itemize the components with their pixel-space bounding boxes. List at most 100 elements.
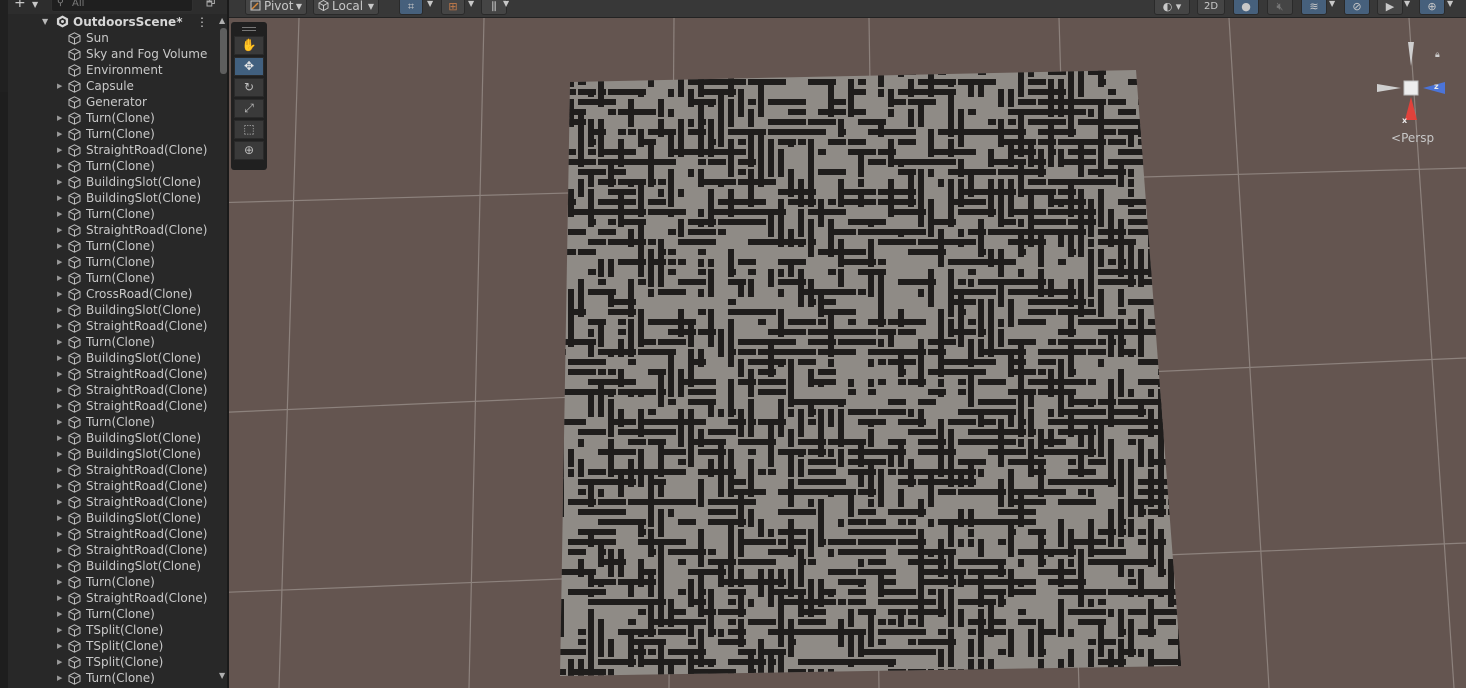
hierarchy-item[interactable]: ▶ TSplit(Clone) [8,654,218,670]
expand-arrow-icon[interactable]: ▶ [57,530,62,538]
rect-tool[interactable]: ⬚ [234,120,264,139]
more-options-icon[interactable]: ⋮ [196,15,208,29]
hierarchy-item[interactable]: Environment [8,62,218,78]
scene-viewport[interactable] [229,18,1466,688]
expand-arrow-icon[interactable]: ▶ [57,578,62,586]
chevron-down-icon[interactable]: ▼ [1329,0,1335,8]
expand-arrow-icon[interactable]: ▶ [57,546,62,554]
mode-2d-button[interactable]: 2D [1197,0,1225,15]
hierarchy-item[interactable]: ▶ StraightRoad(Clone) [8,478,218,494]
expand-arrow-icon[interactable]: ▶ [57,418,62,426]
hierarchy-item[interactable]: ▶ BuildingSlot(Clone) [8,190,218,206]
expand-arrow-icon[interactable]: ▼ [42,17,48,26]
chevron-down-icon[interactable]: ▼ [503,0,509,8]
scroll-down-icon[interactable]: ▼ [219,671,225,680]
expand-arrow-icon[interactable]: ▶ [57,642,62,650]
hierarchy-item[interactable]: ▶ TSplit(Clone) [8,638,218,654]
expand-arrow-icon[interactable]: ▶ [57,114,62,122]
hierarchy-item[interactable]: ▶ BuildingSlot(Clone) [8,302,218,318]
scale-tool[interactable]: ⤢ [234,99,264,118]
audio-toggle[interactable]: 🔇︎ [1267,0,1293,15]
expand-arrow-icon[interactable]: ▶ [57,338,62,346]
expand-arrow-icon[interactable]: ▶ [57,178,62,186]
expand-arrow-icon[interactable]: ▶ [57,130,62,138]
chevron-down-icon[interactable]: ▼ [468,0,474,8]
hierarchy-item[interactable]: ▶ BuildingSlot(Clone) [8,446,218,462]
expand-arrow-icon[interactable]: ▶ [57,498,62,506]
hierarchy-item[interactable]: ▶ StraightRoad(Clone) [8,318,218,334]
hierarchy-item[interactable]: ▶ Turn(Clone) [8,334,218,350]
expand-arrow-icon[interactable]: ▶ [57,162,62,170]
hierarchy-item[interactable]: ▶ StraightRoad(Clone) [8,222,218,238]
expand-arrow-icon[interactable]: ▶ [57,226,62,234]
hierarchy-item[interactable]: ▶ StraightRoad(Clone) [8,366,218,382]
expand-arrow-icon[interactable]: ▶ [57,210,62,218]
expand-arrow-icon[interactable]: ▶ [57,290,62,298]
scrollbar-thumb[interactable] [220,28,227,74]
hierarchy-item[interactable]: ▶ Turn(Clone) [8,238,218,254]
effects-toggle[interactable]: ≋ [1301,0,1327,15]
hierarchy-item[interactable]: Sun [8,30,218,46]
hierarchy-item[interactable]: ▶ Turn(Clone) [8,270,218,286]
hand-tool[interactable]: ✋ [234,36,264,55]
hierarchy-item[interactable]: ▶ Turn(Clone) [8,606,218,622]
hierarchy-item[interactable]: ▶ StraightRoad(Clone) [8,526,218,542]
hierarchy-item[interactable]: ▶ CrossRoad(Clone) [8,286,218,302]
chevron-down-icon[interactable]: ▼ [427,0,433,8]
scene-visibility-toggle[interactable]: ⊘ [1344,0,1370,15]
expand-arrow-icon[interactable]: ▶ [57,146,62,154]
hierarchy-item[interactable]: ▶ Turn(Clone) [8,574,218,590]
hierarchy-item[interactable]: ▶ StraightRoad(Clone) [8,382,218,398]
drag-handle-icon[interactable] [242,27,256,28]
hierarchy-item[interactable]: ▶ BuildingSlot(Clone) [8,174,218,190]
projection-toggle[interactable]: <Persp [1391,131,1434,145]
lock-icon[interactable]: 🔒︎ [1435,50,1440,60]
expand-arrow-icon[interactable]: ▶ [57,354,62,362]
lock-icon[interactable]: 🗗 [206,0,220,10]
hierarchy-item[interactable]: ▶ StraightRoad(Clone) [8,542,218,558]
expand-arrow-icon[interactable]: ▶ [57,258,62,266]
rotate-tool[interactable]: ↻ [234,78,264,97]
hierarchy-search-input[interactable]: ⚲ All [51,0,193,12]
expand-arrow-icon[interactable]: ▶ [57,194,62,202]
hierarchy-item[interactable]: ▶ BuildingSlot(Clone) [8,430,218,446]
hierarchy-item[interactable]: ▶ StraightRoad(Clone) [8,494,218,510]
camera-button[interactable]: ▶ [1377,0,1403,15]
hierarchy-item[interactable]: Sky and Fog Volume [8,46,218,62]
expand-arrow-icon[interactable]: ▶ [57,82,62,90]
expand-arrow-icon[interactable]: ▶ [57,514,62,522]
chevron-down-icon[interactable]: ▼ [1447,0,1453,8]
expand-arrow-icon[interactable]: ▶ [57,306,62,314]
hierarchy-item[interactable]: ▶ TSplit(Clone) [8,622,218,638]
hierarchy-item[interactable]: ▶ BuildingSlot(Clone) [8,558,218,574]
hierarchy-item[interactable]: ▶ StraightRoad(Clone) [8,590,218,606]
expand-arrow-icon[interactable]: ▶ [57,626,62,634]
hierarchy-item[interactable]: ▶ Turn(Clone) [8,110,218,126]
orientation-gizmo[interactable]: 🔒︎ z x <Persp [1371,34,1451,145]
hierarchy-item[interactable]: Generator [8,94,218,110]
space-button[interactable]: Local ▼ [313,0,379,15]
scene-view[interactable]: ✋ ✥ ↻ ⤢ ⬚ ⊕ 🔒︎ z x <Persp [229,18,1466,688]
hierarchy-item[interactable]: ▶ StraightRoad(Clone) [8,398,218,414]
expand-arrow-icon[interactable]: ▶ [57,610,62,618]
expand-arrow-icon[interactable]: ▶ [57,402,62,410]
hierarchy-scrollbar[interactable]: ▲ ▼ [219,14,227,688]
pivot-button[interactable]: Pivot ▼ [245,0,307,15]
expand-arrow-icon[interactable]: ▶ [57,658,62,666]
hierarchy-item[interactable]: ▶ BuildingSlot(Clone) [8,350,218,366]
lighting-toggle[interactable]: ● [1233,0,1259,15]
gizmos-toggle[interactable]: ⊕ [1419,0,1445,15]
transform-tool[interactable]: ⊕ [234,141,264,160]
hierarchy-item[interactable]: ▶ StraightRoad(Clone) [8,462,218,478]
expand-arrow-icon[interactable]: ▶ [57,274,62,282]
expand-arrow-icon[interactable]: ▶ [57,370,62,378]
generated-city-plane[interactable] [558,69,1216,688]
hierarchy-item[interactable]: ▶ StraightRoad(Clone) [8,142,218,158]
axis-gizmo-icon[interactable] [1371,34,1451,130]
hierarchy-item[interactable]: ▶ Turn(Clone) [8,414,218,430]
expand-arrow-icon[interactable]: ▶ [57,562,62,570]
create-button[interactable]: + ▼ [10,0,46,12]
scroll-up-icon[interactable]: ▲ [219,16,225,25]
hierarchy-item[interactable]: ▶ Turn(Clone) [8,126,218,142]
expand-arrow-icon[interactable]: ▶ [57,242,62,250]
